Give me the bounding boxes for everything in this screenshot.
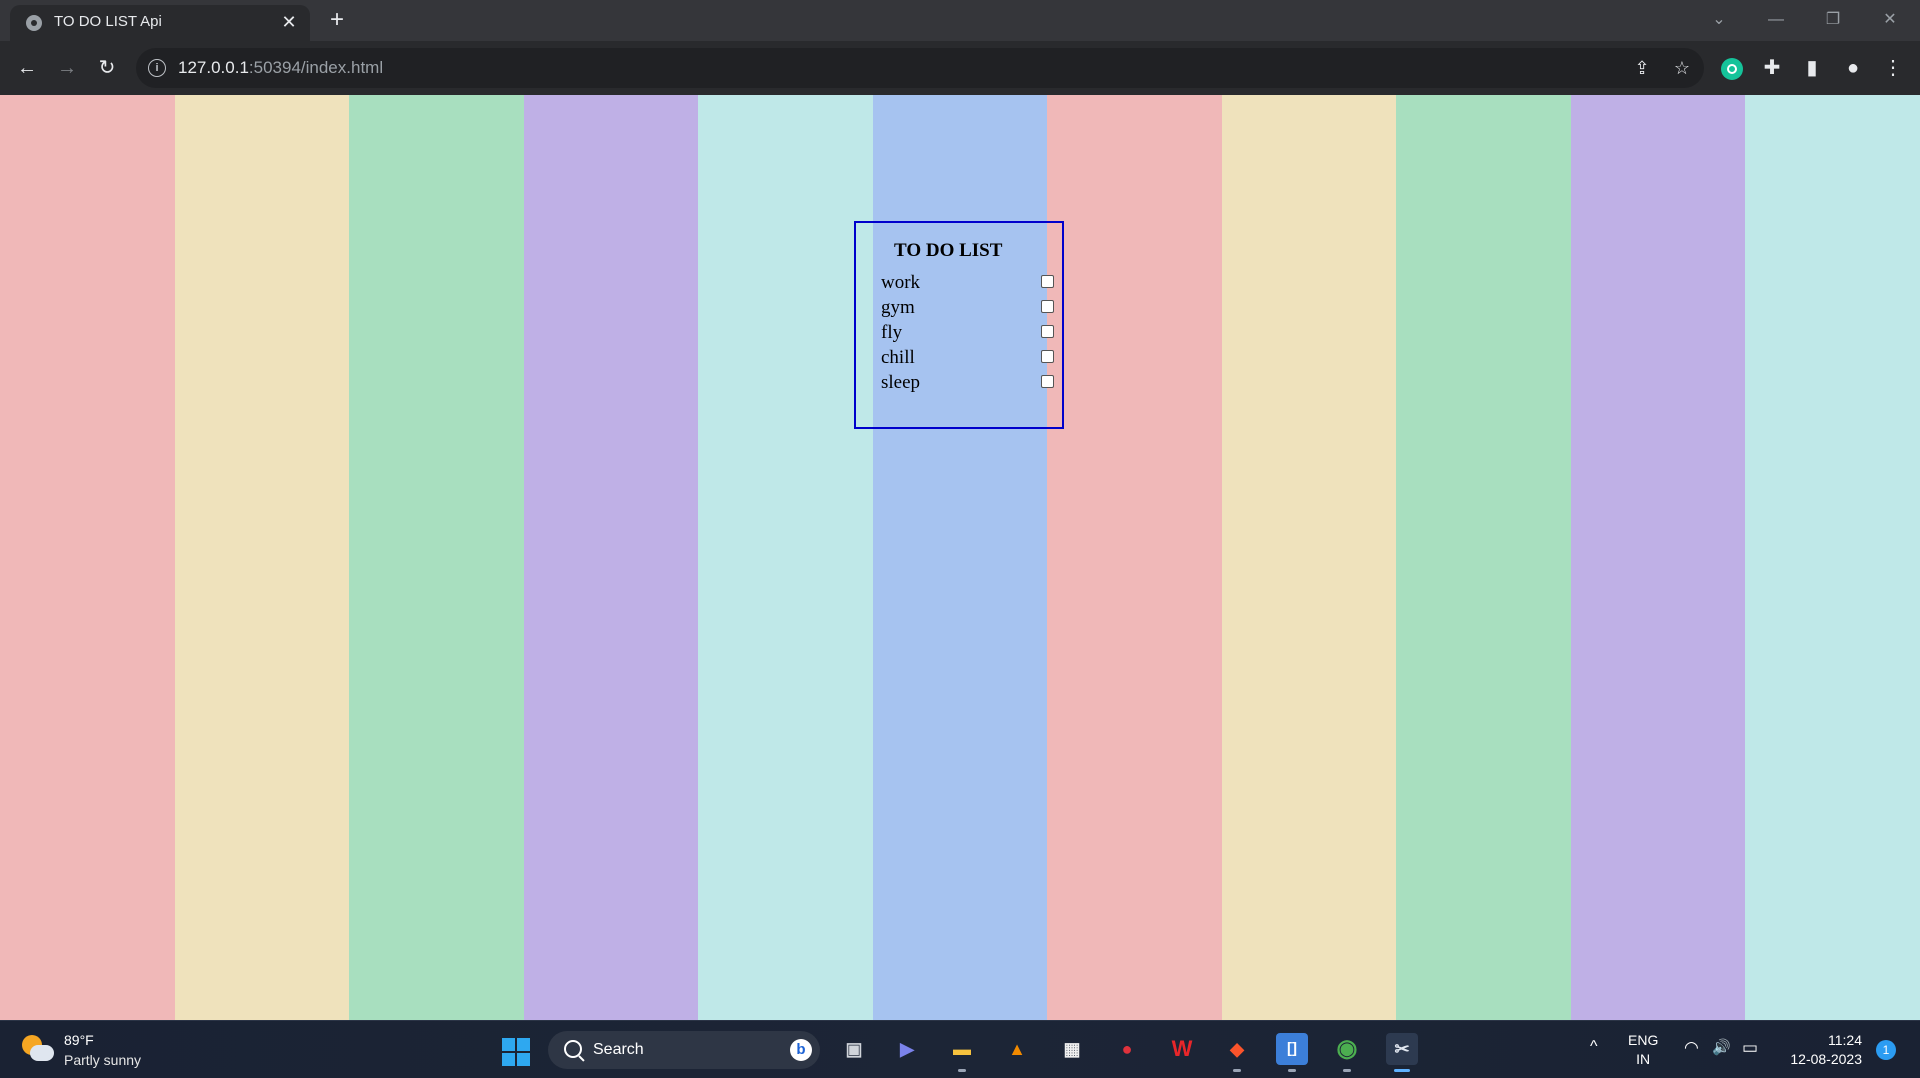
todo-title: TO DO LIST — [894, 240, 1003, 261]
todo-item: chill — [881, 347, 1054, 371]
todo-item-checkbox[interactable] — [1041, 375, 1054, 388]
show-hidden-icons-chevron-icon[interactable]: ^ — [1590, 1038, 1598, 1056]
back-button[interactable]: ← — [12, 53, 42, 83]
weather-temperature: 89°F — [64, 1032, 94, 1048]
grammarly-extension-icon[interactable] — [1721, 58, 1743, 80]
todo-item: sleep — [881, 372, 1054, 396]
restore-button[interactable]: ❐ — [1813, 6, 1853, 34]
bing-icon[interactable]: b — [790, 1039, 812, 1061]
wps-office-icon[interactable]: W — [1166, 1033, 1198, 1065]
globe-icon — [26, 15, 42, 31]
volume-icon[interactable]: 🔊 — [1712, 1038, 1731, 1056]
chrome-icon[interactable]: ◉ — [1331, 1033, 1363, 1072]
weather-description: Partly sunny — [64, 1052, 142, 1068]
forward-button[interactable]: → — [52, 53, 82, 83]
task-view-icon[interactable]: ▣ — [838, 1033, 870, 1065]
notification-badge[interactable]: 1 — [1876, 1040, 1896, 1060]
share-icon[interactable]: ⇪ — [1630, 56, 1654, 80]
background-stripe — [1396, 95, 1571, 1020]
snipping-tool-icon[interactable]: ✂ — [1386, 1033, 1418, 1072]
taskbar-search[interactable]: Search b — [548, 1031, 820, 1069]
tab-strip: TO DO LIST Api ✕ + ⌄ — ❐ ✕ — [0, 0, 1920, 41]
partly-sunny-icon — [22, 1035, 54, 1065]
background-stripe — [349, 95, 524, 1020]
background-stripe — [523, 95, 699, 1020]
background-stripe — [0, 95, 175, 1020]
background-stripe — [1047, 95, 1222, 1020]
search-icon — [564, 1040, 582, 1058]
battery-icon[interactable]: ▭ — [1742, 1038, 1758, 1058]
todo-item-checkbox[interactable] — [1041, 275, 1054, 288]
system-clock[interactable]: 11:24 12-08-2023 — [1780, 1031, 1862, 1069]
camera-recorder-icon[interactable]: ● — [1111, 1033, 1143, 1065]
browser-toolbar: ← → ↻ i 127.0.0.1:50394/index.html ⇪ ☆ ✚… — [0, 41, 1920, 95]
todo-item-label: gym — [881, 297, 915, 318]
todo-item-checkbox[interactable] — [1041, 300, 1054, 313]
browser-tab[interactable]: TO DO LIST Api ✕ — [10, 5, 310, 41]
site-info-icon[interactable]: i — [148, 59, 166, 77]
clock-date: 12-08-2023 — [1790, 1051, 1862, 1067]
profile-icon[interactable]: ● — [1838, 53, 1868, 83]
language-indicator[interactable]: ENG IN — [1628, 1031, 1658, 1069]
vlc-icon[interactable]: ▲ — [1001, 1033, 1033, 1065]
brave-browser-icon[interactable]: ◆ — [1221, 1033, 1253, 1072]
todo-item-label: chill — [881, 347, 915, 368]
todo-item-checkbox[interactable] — [1041, 350, 1054, 363]
todo-item: work — [881, 272, 1054, 296]
dev-app-icon[interactable]: [] — [1276, 1033, 1308, 1072]
reload-button[interactable]: ↻ — [92, 53, 122, 83]
new-tab-button[interactable]: + — [323, 6, 351, 34]
windows-logo-icon — [502, 1038, 515, 1051]
bookmark-star-icon[interactable]: ☆ — [1670, 56, 1694, 80]
tab-search-icon[interactable]: ⌄ — [1699, 6, 1739, 34]
background-stripe — [698, 95, 873, 1020]
clock-time: 11:24 — [1828, 1032, 1862, 1048]
search-label: Search — [593, 1041, 644, 1058]
minimize-button[interactable]: — — [1756, 6, 1796, 34]
side-panel-icon[interactable]: ▮ — [1797, 53, 1827, 83]
tab-close-icon[interactable]: ✕ — [278, 11, 300, 33]
store-icon[interactable]: ▦ — [1056, 1033, 1088, 1065]
todo-list-box: TO DO LIST work gym fly chill sleep — [854, 221, 1064, 429]
address-bar[interactable]: i 127.0.0.1:50394/index.html ⇪ ☆ — [136, 48, 1704, 88]
url-text[interactable]: 127.0.0.1:50394/index.html — [178, 58, 383, 78]
wifi-icon[interactable]: ◠ — [1684, 1038, 1699, 1058]
browser-menu-icon[interactable]: ⋮ — [1878, 53, 1908, 83]
todo-item-checkbox[interactable] — [1041, 325, 1054, 338]
file-explorer-icon[interactable]: ▬ — [946, 1033, 978, 1072]
close-window-button[interactable]: ✕ — [1870, 6, 1910, 34]
background-stripe — [174, 95, 350, 1020]
todo-item-label: sleep — [881, 372, 921, 393]
meet-app-icon[interactable]: ▶ — [891, 1033, 923, 1065]
tab-title: TO DO LIST Api — [54, 13, 162, 30]
todo-item: gym — [881, 297, 1054, 321]
todo-item-label: work — [881, 272, 921, 293]
background-stripe — [1745, 95, 1920, 1020]
todo-item-label: fly — [881, 322, 903, 343]
start-button[interactable] — [502, 1038, 530, 1066]
background-stripe — [1570, 95, 1746, 1020]
taskbar: 89°F Partly sunny Search b ▣ ▶ ▬ ▲ ▦ ● W… — [0, 1020, 1920, 1078]
extensions-puzzle-icon[interactable]: ✚ — [1757, 53, 1787, 83]
background-stripe — [1221, 95, 1397, 1020]
todo-item: fly — [881, 322, 1054, 346]
